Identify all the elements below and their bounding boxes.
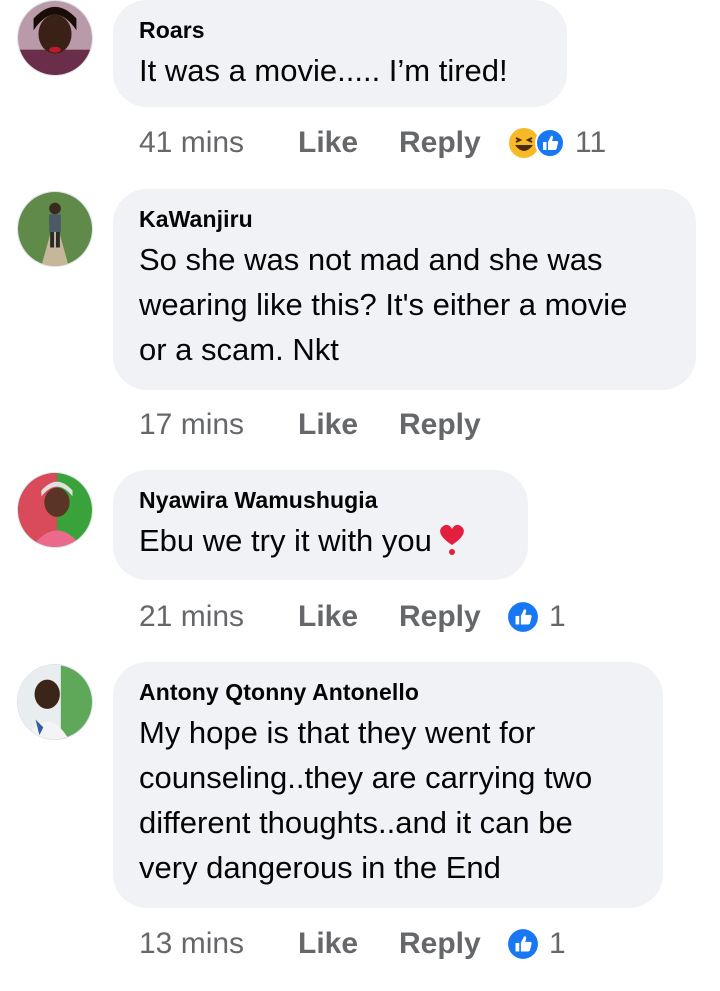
comment-timestamp[interactable]: 21 mins (139, 600, 298, 634)
comment-author[interactable]: KaWanjiru (139, 205, 670, 233)
comment-timestamp[interactable]: 17 mins (139, 408, 298, 442)
like-button[interactable]: Like (298, 600, 399, 634)
comment-bubble: Roars It was a movie..... I’m tired! (113, 0, 567, 107)
like-button[interactable]: Like (298, 927, 399, 961)
reaction-count: 11 (575, 126, 607, 159)
comment-text: It was a movie..... I’m tired! (139, 53, 508, 88)
comment-text: So she was not mad and she was wearing l… (139, 242, 628, 367)
reaction-count: 1 (549, 927, 566, 960)
comment-text: My hope is that they went for counseling… (139, 715, 593, 885)
avatar[interactable] (17, 0, 93, 76)
comment-meta: 41 mins Like Reply 11 (139, 123, 606, 163)
comment-timestamp[interactable]: 13 mins (139, 927, 298, 961)
comments-feed: Roars It was a movie..... I’m tired! 41 … (0, 0, 720, 991)
comment-text: Ebu we try it with you (139, 518, 502, 563)
comment-bubble: KaWanjiru So she was not mad and she was… (113, 189, 696, 390)
reply-button[interactable]: Reply (399, 408, 507, 442)
comment-author[interactable]: Roars (139, 16, 541, 44)
reply-button[interactable]: Reply (399, 126, 507, 160)
comment-bubble: Nyawira Wamushugia Ebu we try it with yo… (113, 470, 528, 580)
avatar[interactable] (17, 472, 93, 548)
like-icon (508, 929, 538, 959)
reaction-summary[interactable]: 11 (507, 126, 606, 160)
reaction-summary[interactable]: 1 (507, 927, 566, 961)
comment-meta: 17 mins Like Reply (139, 405, 507, 445)
reaction-count: 1 (549, 600, 566, 633)
comment-bubble: Antony Qtonny Antonello My hope is that … (113, 662, 663, 908)
reaction-summary[interactable]: 1 (507, 600, 566, 634)
comment-meta: 21 mins Like Reply 1 (139, 597, 566, 637)
avatar[interactable] (17, 664, 93, 740)
comment-author[interactable]: Antony Qtonny Antonello (139, 678, 637, 706)
heart-icon (440, 524, 464, 555)
comment-author[interactable]: Nyawira Wamushugia (139, 486, 502, 514)
reply-button[interactable]: Reply (399, 600, 507, 634)
comment-timestamp[interactable]: 41 mins (139, 126, 298, 160)
like-button[interactable]: Like (298, 126, 399, 160)
like-icon (535, 128, 565, 158)
avatar[interactable] (17, 191, 93, 267)
like-icon (508, 602, 538, 632)
comment-meta: 13 mins Like Reply 1 (139, 924, 566, 964)
comment-text-content: Ebu we try it with you (139, 523, 432, 558)
like-button[interactable]: Like (298, 408, 399, 442)
reply-button[interactable]: Reply (399, 927, 507, 961)
